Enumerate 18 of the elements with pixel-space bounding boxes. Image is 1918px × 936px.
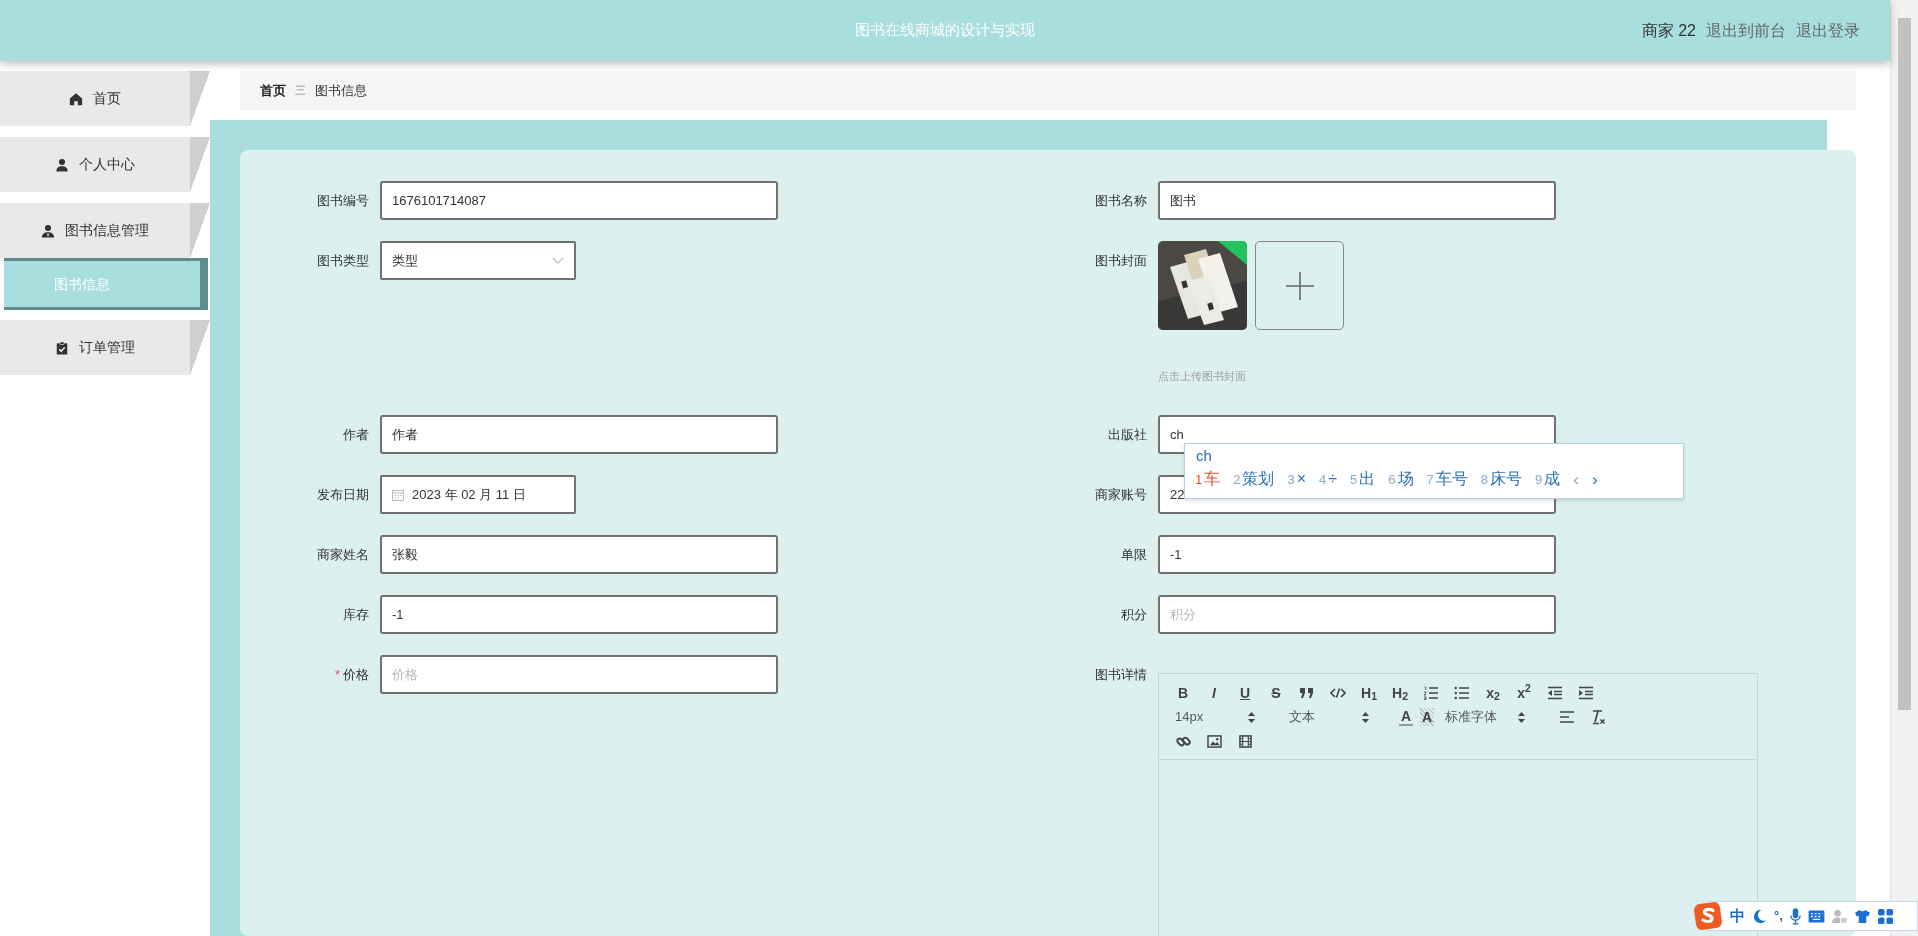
field-label: 图书名称 (1094, 192, 1148, 210)
field-label: 图书编号 (316, 192, 370, 210)
field-label: 作者 (342, 426, 370, 444)
field-label: 图书详情 (1094, 666, 1148, 684)
field-label: 商家账号 (1094, 486, 1148, 504)
upload-hint: 点击上传图书封面 (1158, 369, 1247, 384)
field-label: 图书封面 (1094, 252, 1148, 270)
field-label: 出版社 (1107, 426, 1148, 444)
field-label: 积分 (1120, 606, 1148, 624)
field-label: 库存 (342, 606, 370, 624)
field-label: 发布日期 (316, 486, 370, 504)
field-label: * 价格 (333, 666, 370, 684)
field-label: 图书类型 (316, 252, 370, 270)
app-title: 图书在线商城的设计与实现 (855, 20, 1035, 41)
user-label: 商家 22 (1641, 20, 1696, 41)
breadcrumb-separator: 三 (295, 83, 306, 99)
field-label: 单限 (1120, 546, 1148, 564)
field-label: 商家姓名 (316, 546, 370, 564)
